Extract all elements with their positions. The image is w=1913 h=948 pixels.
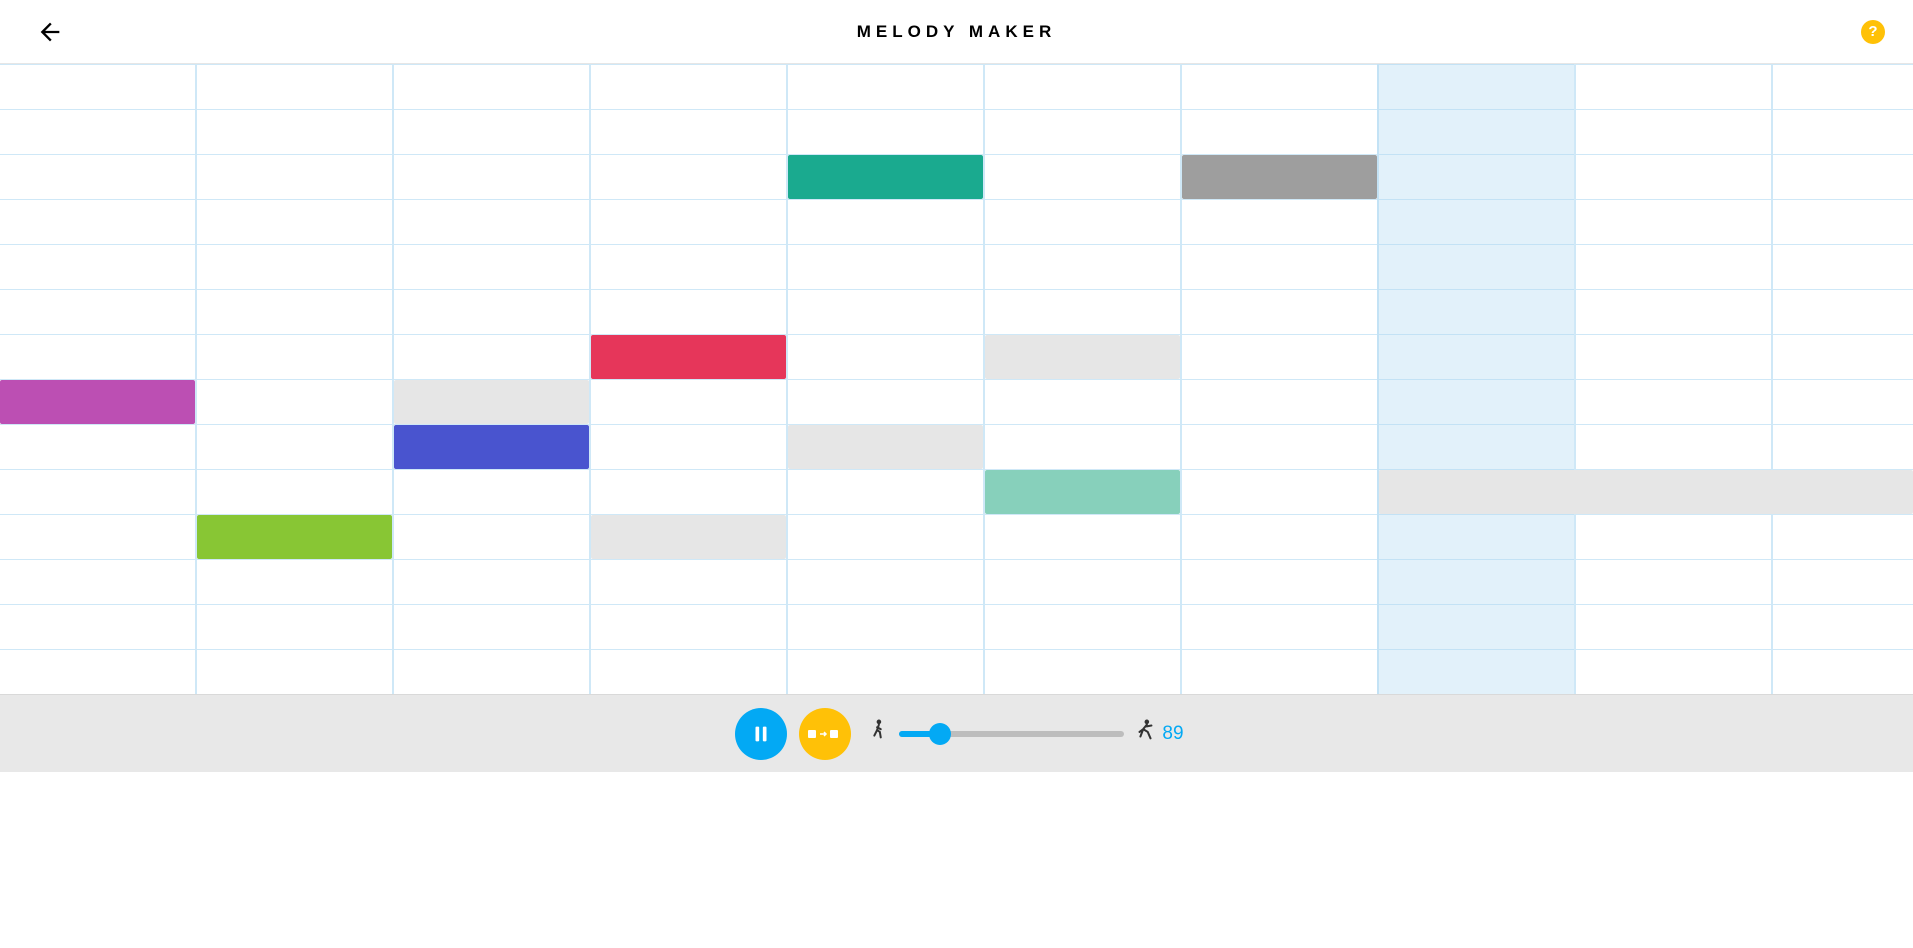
send-to-icon xyxy=(808,727,842,741)
note-cell[interactable] xyxy=(591,515,786,559)
walk-icon xyxy=(867,718,889,750)
grid-row-line xyxy=(0,289,1913,290)
grid-row-line xyxy=(0,604,1913,605)
help-icon: ? xyxy=(1868,23,1877,40)
page-title: MELODY MAKER xyxy=(857,22,1056,42)
grid-row-line xyxy=(0,379,1913,380)
grid-row-line xyxy=(0,199,1913,200)
note-grid[interactable] xyxy=(0,64,1913,694)
note-cell[interactable] xyxy=(788,155,983,199)
note-cell[interactable] xyxy=(1379,470,1913,514)
note-cell[interactable] xyxy=(985,335,1180,379)
tempo-slider-track[interactable] xyxy=(899,731,1124,737)
run-icon xyxy=(1134,718,1156,750)
playhead-column xyxy=(1377,64,1574,694)
grid-row-line xyxy=(0,109,1913,110)
note-cell[interactable] xyxy=(591,335,786,379)
grid-col-line xyxy=(983,64,985,694)
grid-row-line xyxy=(0,334,1913,335)
note-cell[interactable] xyxy=(0,380,195,424)
footer: 89 xyxy=(0,694,1913,772)
tempo-control: 89 xyxy=(867,718,1183,750)
send-to-button[interactable] xyxy=(799,708,851,760)
bpm-value: 89 xyxy=(1162,723,1183,745)
grid-col-line xyxy=(1574,64,1576,694)
grid-row-line xyxy=(0,649,1913,650)
grid-col-line xyxy=(1771,64,1773,694)
grid-row-line xyxy=(0,64,1913,65)
note-cell[interactable] xyxy=(394,425,589,469)
header: MELODY MAKER ? xyxy=(0,0,1913,64)
arrow-left-icon xyxy=(36,18,64,46)
grid-col-line xyxy=(392,64,394,694)
play-pause-button[interactable] xyxy=(735,708,787,760)
note-cell[interactable] xyxy=(985,470,1180,514)
note-cell[interactable] xyxy=(394,380,589,424)
grid-col-line xyxy=(589,64,591,694)
note-cell[interactable] xyxy=(197,515,392,559)
pause-icon xyxy=(750,723,772,745)
grid-row-line xyxy=(0,559,1913,560)
note-cell[interactable] xyxy=(788,425,983,469)
tempo-slider-thumb[interactable] xyxy=(929,723,951,745)
grid-row-line xyxy=(0,244,1913,245)
help-button[interactable]: ? xyxy=(1861,20,1885,44)
back-button[interactable] xyxy=(30,12,70,52)
note-cell[interactable] xyxy=(1182,155,1377,199)
grid-col-line xyxy=(195,64,197,694)
